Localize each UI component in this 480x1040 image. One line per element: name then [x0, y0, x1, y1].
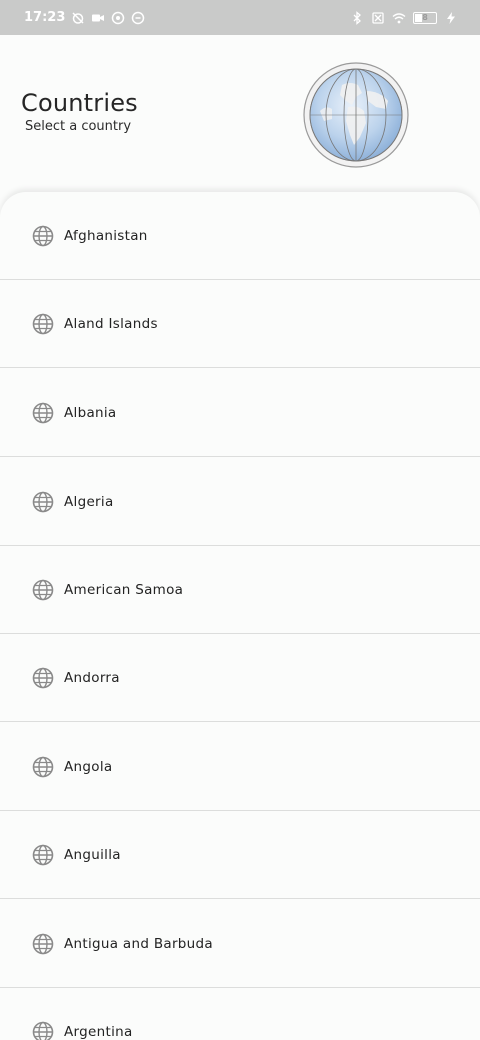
- battery-fill: [415, 13, 422, 22]
- wifi-icon: [392, 11, 406, 25]
- status-right: 8: [350, 10, 458, 25]
- alarm-off-icon: [71, 11, 85, 25]
- country-name: Algeria: [64, 493, 114, 510]
- page-subtitle: Select a country: [25, 119, 132, 134]
- globe-icon: [32, 579, 54, 601]
- country-item-afghanistan[interactable]: Afghanistan: [0, 192, 480, 280]
- country-item-aland-islands[interactable]: Aland Islands: [0, 280, 480, 368]
- country-item-algeria[interactable]: Algeria: [0, 458, 480, 546]
- globe-icon: [32, 756, 54, 778]
- globe-icon: [32, 225, 54, 247]
- header: Countries Select a country: [0, 35, 480, 200]
- charging-icon: [444, 11, 458, 25]
- country-name: Andorra: [64, 669, 120, 686]
- globe-icon: [32, 491, 54, 513]
- country-name: Angola: [64, 758, 113, 775]
- sim-off-icon: [371, 11, 385, 25]
- globe-icon: [32, 933, 54, 955]
- country-item-american-samoa[interactable]: American Samoa: [0, 546, 480, 634]
- app-icon: [111, 11, 125, 25]
- status-bar: 17:23 8: [0, 0, 480, 35]
- country-item-anguilla[interactable]: Anguilla: [0, 811, 480, 899]
- country-item-andorra[interactable]: Andorra: [0, 634, 480, 722]
- page-title: Countries: [21, 89, 138, 117]
- globe-image: [302, 61, 410, 169]
- country-item-albania[interactable]: Albania: [0, 369, 480, 457]
- bluetooth-icon: [350, 10, 364, 25]
- country-name: Anguilla: [64, 846, 121, 863]
- country-name: Afghanistan: [64, 227, 148, 244]
- country-item-angola[interactable]: Angola: [0, 723, 480, 811]
- status-time: 17:23: [24, 10, 66, 25]
- globe-icon: [32, 402, 54, 424]
- globe-icon: [32, 313, 54, 335]
- screen: 17:23 8 Countries Select a country Afgha…: [0, 0, 480, 1040]
- country-name: Albania: [64, 404, 117, 421]
- status-left: 17:23: [24, 10, 145, 25]
- country-name: American Samoa: [64, 581, 184, 598]
- country-item-argentina[interactable]: Argentina: [0, 988, 480, 1040]
- country-name: Antigua and Barbuda: [64, 935, 213, 952]
- country-name: Aland Islands: [64, 315, 158, 332]
- app-icon: [131, 11, 145, 25]
- globe-icon: [32, 844, 54, 866]
- video-icon: [91, 11, 105, 25]
- country-item-antigua-and-barbuda[interactable]: Antigua and Barbuda: [0, 900, 480, 988]
- country-name: Argentina: [64, 1023, 133, 1040]
- battery-icon: 8: [413, 11, 437, 24]
- globe-icon: [32, 1021, 54, 1040]
- globe-icon: [32, 667, 54, 689]
- battery-level: 8: [422, 13, 428, 22]
- country-list: Afghanistan Aland Islands Albania Algeri…: [0, 192, 480, 1040]
